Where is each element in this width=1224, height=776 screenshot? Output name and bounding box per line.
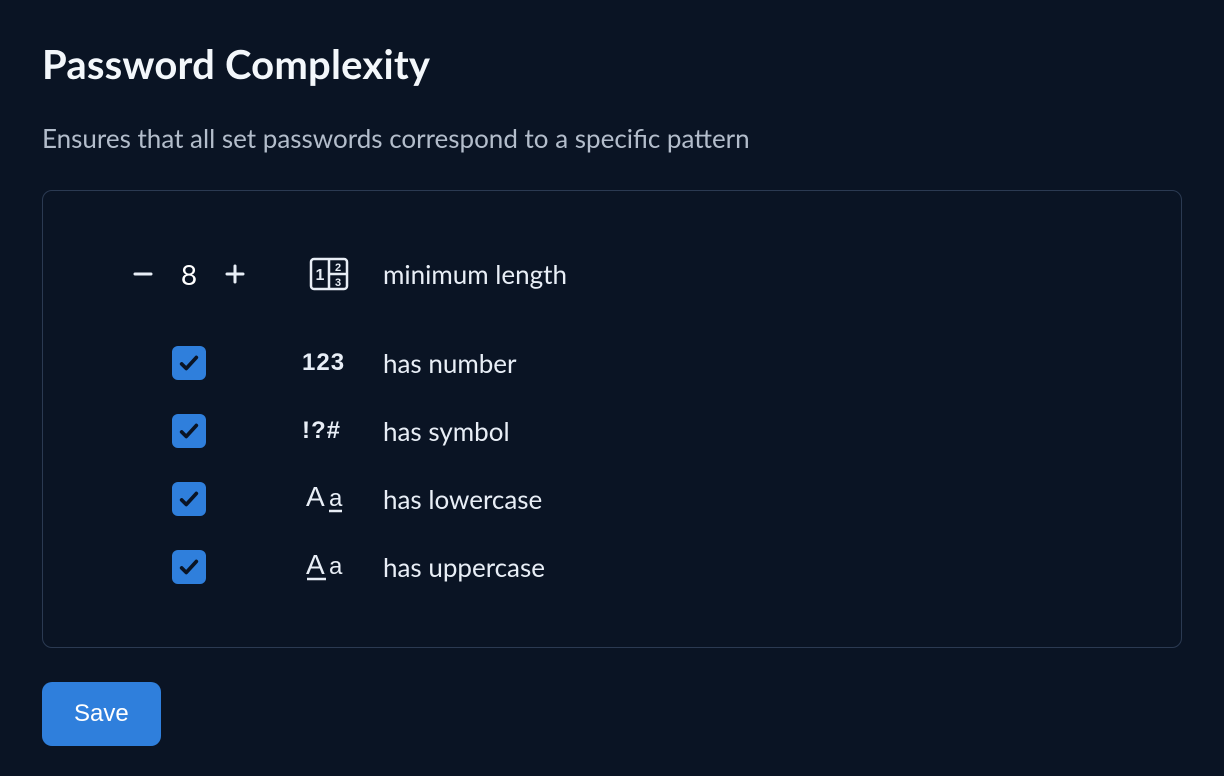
min-length-stepper: 8 — [129, 257, 249, 291]
page-title: Password Complexity — [42, 40, 1182, 88]
settings-panel: 8 1 2 3 minimum length — [42, 190, 1182, 648]
has-symbol-label: has symbol — [369, 415, 1135, 447]
svg-text:3: 3 — [335, 277, 341, 289]
has-uppercase-label: has uppercase — [369, 551, 1135, 583]
has-lowercase-label: has lowercase — [369, 483, 1135, 515]
check-icon — [178, 420, 200, 442]
check-icon — [178, 352, 200, 374]
svg-text:1: 1 — [316, 267, 325, 284]
has-lowercase-checkbox[interactable] — [172, 482, 206, 516]
svg-text:!?#: !?# — [302, 417, 341, 444]
svg-text:a: a — [329, 553, 343, 580]
min-length-value: 8 — [177, 257, 201, 291]
row-minimum-length: 8 1 2 3 minimum length — [89, 237, 1135, 311]
row-has-uppercase: A a has uppercase — [89, 533, 1135, 601]
increment-button[interactable] — [221, 260, 249, 288]
svg-text:A: A — [306, 482, 325, 512]
page-subtitle: Ensures that all set passwords correspon… — [42, 122, 1182, 154]
row-has-number: 123 has number — [89, 329, 1135, 397]
symbol-icon: !?# — [302, 416, 356, 446]
check-icon — [178, 556, 200, 578]
row-has-lowercase: A a has lowercase — [89, 465, 1135, 533]
row-has-symbol: !?# has symbol — [89, 397, 1135, 465]
has-number-label: has number — [369, 347, 1135, 379]
decrement-button[interactable] — [129, 260, 157, 288]
min-length-label: minimum length — [369, 258, 1135, 290]
check-icon — [178, 488, 200, 510]
has-number-checkbox[interactable] — [172, 346, 206, 380]
svg-text:a: a — [329, 485, 343, 512]
has-symbol-checkbox[interactable] — [172, 414, 206, 448]
svg-text:A: A — [306, 550, 325, 580]
minus-icon — [131, 262, 155, 286]
svg-text:2: 2 — [335, 262, 341, 274]
lowercase-icon: A a — [304, 482, 354, 516]
uppercase-icon: A a — [304, 550, 354, 584]
save-button[interactable]: Save — [42, 682, 161, 746]
length-icon: 1 2 3 — [309, 257, 349, 291]
number-icon: 123 — [302, 348, 356, 378]
has-uppercase-checkbox[interactable] — [172, 550, 206, 584]
svg-text:123: 123 — [302, 349, 345, 376]
plus-icon — [223, 262, 247, 286]
